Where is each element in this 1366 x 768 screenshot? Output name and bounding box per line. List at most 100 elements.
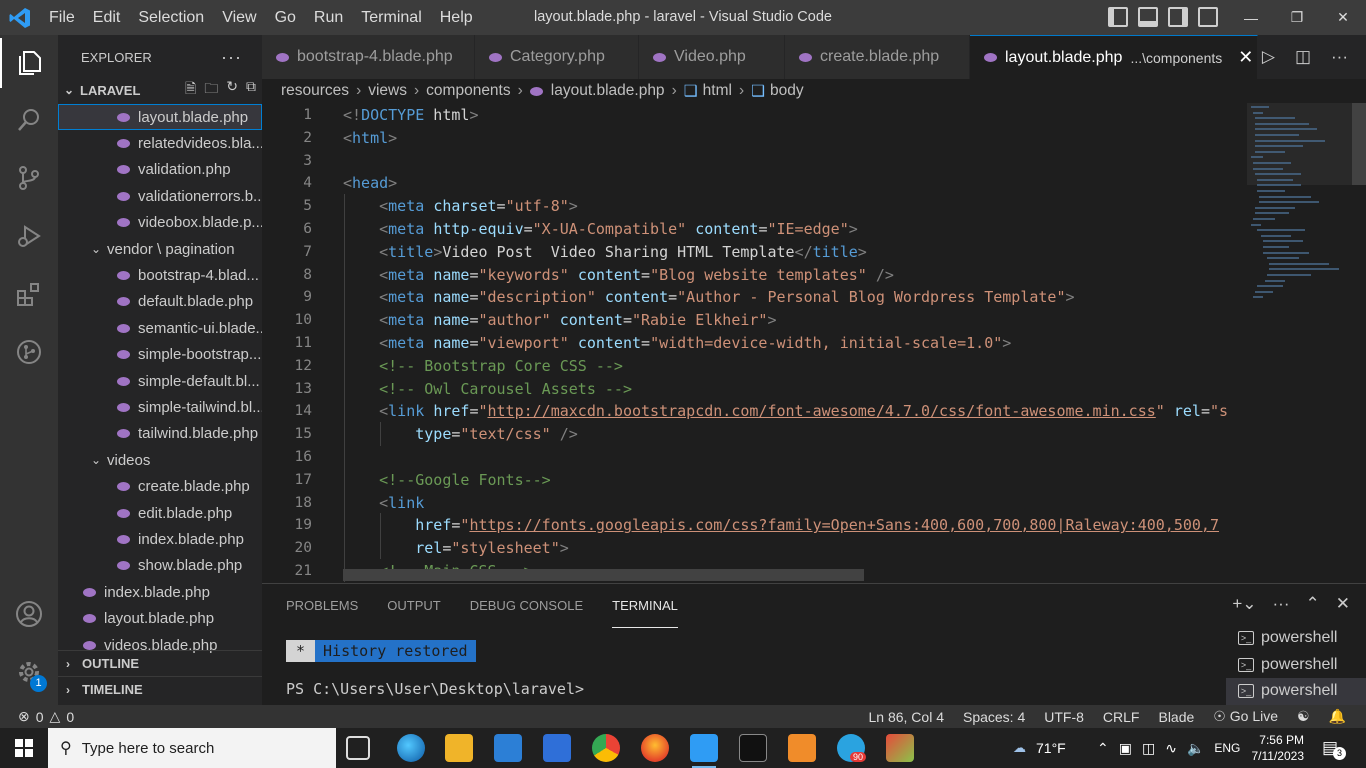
breadcrumb-components[interactable]: components	[426, 82, 510, 100]
code-line[interactable]: <link href="http://maxcdn.bootstrapcdn.c…	[343, 400, 1228, 423]
problems-status[interactable]: ⊗ 0 △ 0	[0, 708, 74, 725]
taskbar-search[interactable]: ⚲ Type here to search	[48, 728, 336, 768]
file-explorer-icon[interactable]	[445, 734, 473, 762]
restore-icon[interactable]: ❐	[1274, 0, 1320, 35]
file-item[interactable]: simple-default.bl...	[58, 368, 262, 394]
battery-icon[interactable]: ◫	[1142, 740, 1155, 757]
tab-category[interactable]: Category.php	[475, 35, 639, 79]
task-view-icon[interactable]	[346, 736, 370, 760]
telegram-icon[interactable]: 90	[837, 734, 867, 762]
end-of-line[interactable]: CRLF	[1103, 709, 1140, 725]
tab-output[interactable]: OUTPUT	[387, 584, 440, 628]
tab-create[interactable]: create.blade.php	[785, 35, 970, 79]
clock[interactable]: 7:56 PM 7/11/2023	[1252, 728, 1305, 768]
tab-layout[interactable]: layout.blade.php ...\components ✕	[970, 35, 1258, 79]
code-line[interactable]: <link	[343, 492, 424, 515]
wifi-icon[interactable]: ∿	[1165, 740, 1177, 757]
language-mode[interactable]: Blade	[1158, 709, 1194, 725]
breadcrumb-body[interactable]: body	[770, 82, 804, 100]
show-hidden-icons-icon[interactable]: ⌃	[1097, 740, 1109, 757]
accounts-icon[interactable]	[0, 589, 58, 639]
encoding[interactable]: UTF-8	[1044, 709, 1084, 725]
maximize-panel-icon[interactable]: ⌃	[1306, 594, 1320, 614]
more-panel-actions-icon[interactable]: ···	[1273, 594, 1290, 614]
file-item[interactable]: relatedvideos.bla...	[58, 130, 262, 156]
code-line[interactable]: <meta http-equiv="X-UA-Compatible" conte…	[343, 218, 858, 241]
close-panel-icon[interactable]: ✕	[1336, 594, 1350, 614]
menu-go[interactable]: Go	[266, 0, 305, 35]
code-line[interactable]: <!DOCTYPE html>	[343, 104, 478, 127]
firefox-icon[interactable]	[641, 734, 669, 762]
timeline-section[interactable]: › TIMELINE	[58, 676, 262, 702]
code-line[interactable]: <!--Google Fonts-->	[343, 469, 551, 492]
file-item[interactable]: edit.blade.php	[58, 500, 262, 526]
file-item[interactable]: simple-tailwind.bl...	[58, 394, 262, 420]
code-line[interactable]: rel="stylesheet">	[343, 537, 569, 560]
file-item[interactable]: layout.blade.php	[58, 104, 262, 131]
cursor-position[interactable]: Ln 86, Col 4	[868, 709, 944, 725]
vertical-scrollbar[interactable]	[1352, 103, 1366, 583]
code-line[interactable]: <!-- Owl Carousel Assets -->	[343, 378, 632, 401]
explorer-icon[interactable]	[0, 38, 58, 88]
input-language[interactable]: ENG	[1214, 741, 1240, 755]
more-actions-icon[interactable]: ···	[221, 47, 242, 68]
file-item[interactable]: index.blade.php	[58, 526, 262, 552]
file-item[interactable]: create.blade.php	[58, 474, 262, 500]
go-live-button[interactable]: ☉ Go Live	[1213, 708, 1278, 725]
menu-view[interactable]: View	[213, 0, 265, 35]
toggle-panel-icon[interactable]	[1138, 7, 1158, 27]
terminal-item[interactable]: >_ powershell	[1226, 625, 1366, 652]
breadcrumb-html[interactable]: html	[703, 82, 732, 100]
tab-terminal[interactable]: TERMINAL	[612, 584, 678, 628]
edge-browser-icon[interactable]	[397, 734, 425, 762]
terminal-item[interactable]: >_ powershell	[1226, 652, 1366, 679]
file-item[interactable]: simple-bootstrap...	[58, 342, 262, 368]
file-item[interactable]: layout.blade.php	[58, 606, 262, 632]
tab-bootstrap-4[interactable]: bootstrap-4.blade.php	[262, 35, 475, 79]
code-line[interactable]: <meta charset="utf-8">	[343, 195, 578, 218]
terminal-app-icon[interactable]	[739, 734, 767, 762]
vscode-taskbar-icon[interactable]	[690, 734, 718, 768]
folder-item[interactable]: ⌄ videos	[58, 447, 262, 473]
minimap[interactable]	[1247, 103, 1352, 583]
menu-run[interactable]: Run	[305, 0, 352, 35]
run-debug-icon[interactable]	[0, 211, 58, 261]
customize-layout-icon[interactable]	[1198, 7, 1218, 27]
file-item[interactable]: show.blade.php	[58, 553, 262, 579]
code-editor[interactable]: 1 <!DOCTYPE html> 2 <html> 3 4 <head> 5 <meta c…	[262, 103, 1366, 583]
toggle-secondary-sidebar-icon[interactable]	[1168, 7, 1188, 27]
store-icon[interactable]	[543, 734, 571, 762]
manage-gear-icon[interactable]: 1	[0, 647, 58, 697]
app-icon[interactable]	[886, 734, 914, 762]
file-item[interactable]: validationerrors.b...	[58, 183, 262, 209]
workspace-root[interactable]: ⌄ LARAVEL 🗎 🗀 ↻ ⧉	[58, 78, 262, 102]
extensions-icon[interactable]	[0, 269, 58, 319]
weather-widget[interactable]: ☁ 71°F	[1013, 728, 1066, 768]
file-item[interactable]: validation.php	[58, 157, 262, 183]
menu-edit[interactable]: Edit	[84, 0, 130, 35]
meet-now-icon[interactable]: ▣	[1119, 740, 1132, 757]
code-line[interactable]: <meta name="keywords" content="Blog webs…	[343, 264, 894, 287]
breadcrumb-file[interactable]: layout.blade.php	[551, 82, 665, 100]
search-icon[interactable]	[0, 95, 58, 145]
menu-selection[interactable]: Selection	[129, 0, 213, 35]
source-control-icon[interactable]	[0, 153, 58, 203]
menu-file[interactable]: File	[40, 0, 84, 35]
code-line[interactable]: <html>	[343, 127, 397, 150]
code-line[interactable]: <!-- Bootstrap Core CSS -->	[343, 355, 623, 378]
code-line[interactable]: <meta name="viewport" content="width=dev…	[343, 332, 1011, 355]
tab-debug-console[interactable]: DEBUG CONSOLE	[470, 584, 583, 628]
feedback-icon[interactable]: ☯	[1297, 708, 1310, 725]
file-item[interactable]: index.blade.php	[58, 579, 262, 605]
file-item[interactable]: default.blade.php	[58, 289, 262, 315]
terminal-item[interactable]: >_ powershell	[1226, 678, 1366, 705]
git-graph-icon[interactable]	[0, 327, 58, 377]
windows-start-icon[interactable]	[0, 728, 48, 768]
file-item[interactable]: bootstrap-4.blad...	[58, 262, 262, 288]
breadcrumb-resources[interactable]: resources	[281, 82, 349, 100]
breadcrumb-views[interactable]: views	[368, 82, 407, 100]
menu-help[interactable]: Help	[431, 0, 482, 35]
new-terminal-icon[interactable]: +⌄	[1232, 594, 1256, 614]
new-file-icon[interactable]: 🗎	[185, 78, 196, 102]
notification-center-icon[interactable]: ▤ 3	[1322, 728, 1351, 768]
